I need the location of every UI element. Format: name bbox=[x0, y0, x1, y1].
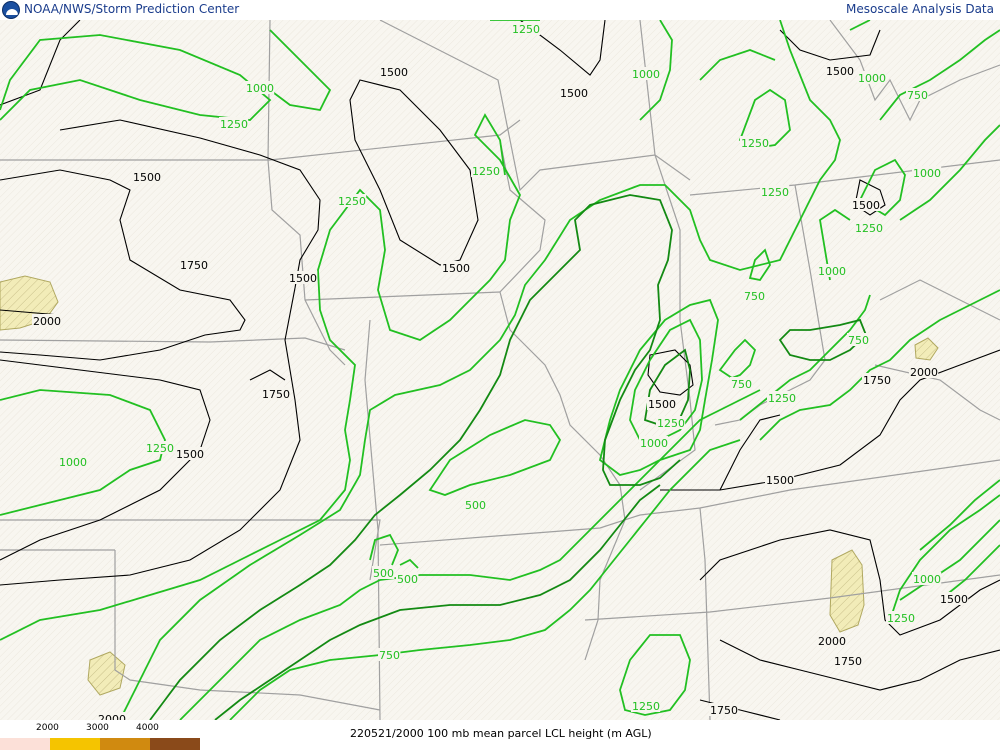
legend-tick-label: 2000 bbox=[36, 723, 59, 733]
contour-label: 1750 bbox=[863, 374, 891, 387]
contour-label: 500 bbox=[397, 573, 418, 586]
contour-label: 1250 bbox=[741, 137, 769, 150]
contour-label: 1250 bbox=[512, 23, 540, 36]
contour-label: 1250 bbox=[632, 700, 660, 713]
contour-label: 1000 bbox=[858, 72, 886, 85]
contour-map: 125010001250150015001500 1250125017501500… bbox=[0, 19, 1000, 726]
contour-label: 1500 bbox=[826, 65, 854, 78]
map-panel: 1250 1000 1250 1500 1500 1500 1250 1250 1750 1500… bbox=[0, 19, 1000, 726]
contour-label: 1250 bbox=[887, 612, 915, 625]
contour-label: 1250 bbox=[338, 195, 366, 208]
contour-label: 1000 bbox=[913, 167, 941, 180]
header-bar: NOAA/NWS/Storm Prediction Center Mesosca… bbox=[0, 0, 1000, 20]
contour-label: 500 bbox=[465, 499, 486, 512]
contour-label: 1250 bbox=[657, 417, 685, 430]
contour-label: 1750 bbox=[180, 259, 208, 272]
legend-tick-label: 4000 bbox=[136, 723, 159, 733]
contour-label: 1500 bbox=[442, 262, 470, 275]
contour-label: 1500 bbox=[133, 171, 161, 184]
contour-label: 1750 bbox=[834, 655, 862, 668]
legend-color-swatch bbox=[150, 738, 200, 750]
contour-label: 1250 bbox=[855, 222, 883, 235]
footer-bar: 2000 3000 4000 220521/2000 100 mb mean p… bbox=[0, 720, 1000, 750]
contour-label: 1000 bbox=[818, 265, 846, 278]
noaa-logo-icon bbox=[2, 1, 20, 19]
legend-tick-label: 3000 bbox=[86, 723, 109, 733]
contour-label: 1750 bbox=[710, 704, 738, 717]
contour-label: 1750 bbox=[262, 388, 290, 401]
contour-label: 2000 bbox=[818, 635, 846, 648]
contour-label: 750 bbox=[744, 290, 765, 303]
contour-label: 1000 bbox=[913, 573, 941, 586]
contour-label: 1500 bbox=[560, 87, 588, 100]
contour-label: 1000 bbox=[632, 68, 660, 81]
shade-area-south bbox=[829, 549, 865, 633]
contour-label: 1000 bbox=[246, 82, 274, 95]
contour-label: 1500 bbox=[852, 199, 880, 212]
contour-label: 1000 bbox=[59, 456, 87, 469]
legend-color-swatch bbox=[100, 738, 150, 750]
contour-label: 2000 bbox=[910, 366, 938, 379]
contour-label: 1250 bbox=[472, 165, 500, 178]
contour-label: 2000 bbox=[33, 315, 61, 328]
contour-label: 1000 bbox=[640, 437, 668, 450]
legend-color-swatch bbox=[50, 738, 100, 750]
contour-label: 2000 bbox=[98, 713, 126, 720]
contour-label: 1500 bbox=[380, 66, 408, 79]
legend-color-swatch bbox=[0, 738, 50, 750]
contour-label: 1500 bbox=[289, 272, 317, 285]
contour-label: 1250 bbox=[768, 392, 796, 405]
contour-label: 1250 bbox=[220, 118, 248, 131]
contour-label: 1500 bbox=[648, 398, 676, 411]
contour-label: 750 bbox=[731, 378, 752, 391]
header-title-left: NOAA/NWS/Storm Prediction Center bbox=[24, 2, 240, 16]
contour-label: 750 bbox=[907, 89, 928, 102]
contour-label: 1500 bbox=[940, 593, 968, 606]
map-caption: 220521/2000 100 mb mean parcel LCL heigh… bbox=[350, 727, 652, 740]
contour-label: 1250 bbox=[146, 442, 174, 455]
contour-label: 750 bbox=[379, 649, 400, 662]
contour-label: 1500 bbox=[766, 474, 794, 487]
contour-label: 1500 bbox=[176, 448, 204, 461]
contour-label: 500 bbox=[373, 567, 394, 580]
contour-label: 1250 bbox=[761, 186, 789, 199]
contour-label: 750 bbox=[848, 334, 869, 347]
header-title-right: Mesoscale Analysis Data bbox=[846, 2, 994, 16]
